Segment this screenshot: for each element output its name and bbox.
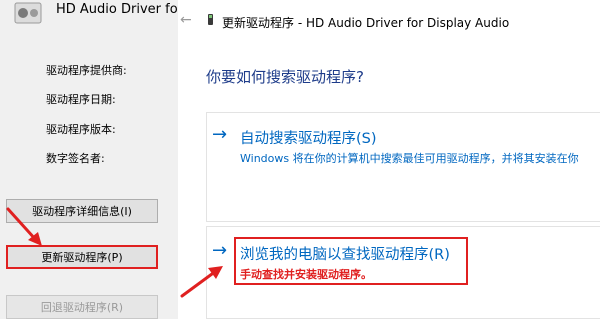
rollback-driver-button: 回退驱动程序(R) xyxy=(6,295,158,319)
auto-search-description: Windows 将在你的计算机中搜索最佳可用驱动程序，并将其安装在你 xyxy=(240,152,579,165)
search-question: 你要如何搜索驱动程序? xyxy=(206,68,364,86)
device-name: HD Audio Driver fo xyxy=(56,2,178,17)
dialog-title: 更新驱动程序 - HD Audio Driver for Display Aud… xyxy=(222,16,510,30)
driver-date-label: 驱动程序日期: xyxy=(46,93,116,106)
auto-search-title[interactable]: 自动搜索驱动程序(S) xyxy=(240,127,377,148)
browse-highlight-box xyxy=(234,237,468,285)
driver-version-label: 驱动程序版本: xyxy=(46,123,116,136)
speaker-device-icon xyxy=(14,2,42,24)
annotation-arrow xyxy=(180,266,223,298)
driver-properties-panel: HD Audio Driver fo 驱动程序提供商: 驱动程序日期: 驱动程序… xyxy=(0,0,178,319)
annotation-arrow xyxy=(6,207,42,246)
auto-search-arrow-icon: → xyxy=(212,124,228,145)
chip-icon xyxy=(208,14,213,25)
digital-signer-label: 数字签名者: xyxy=(46,152,105,165)
driver-provider-label: 驱动程序提供商: xyxy=(46,64,127,77)
update-driver-button[interactable]: 更新驱动程序(P) xyxy=(6,245,158,269)
browse-arrow-icon: → xyxy=(212,240,228,261)
back-arrow-icon[interactable]: ← xyxy=(180,12,192,28)
